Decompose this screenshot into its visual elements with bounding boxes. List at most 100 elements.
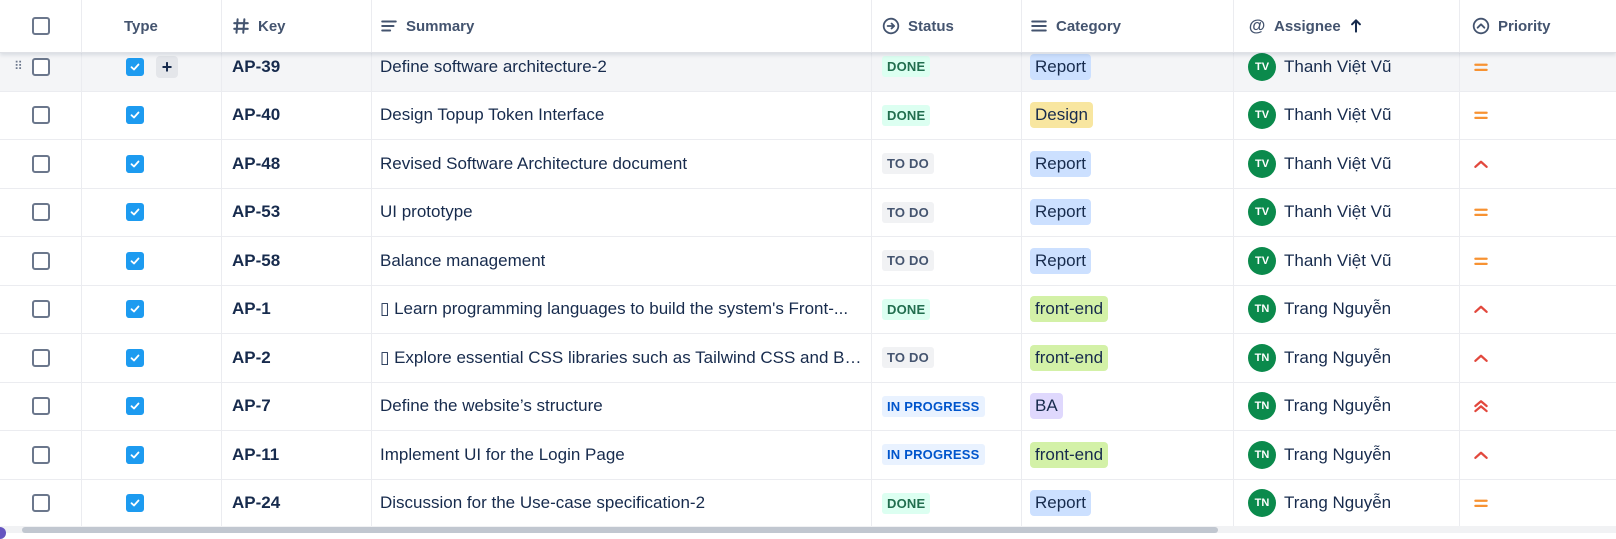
priority-cell[interactable]	[1460, 189, 1616, 237]
header-category[interactable]: Category	[1022, 0, 1234, 52]
assignee-cell[interactable]: TN Trang Nguyễn	[1234, 479, 1460, 527]
assignee-cell[interactable]: TV Thanh Việt Vũ	[1234, 91, 1460, 139]
row-checkbox[interactable]	[31, 494, 50, 513]
task-type-icon[interactable]	[126, 397, 144, 416]
status-lozenge[interactable]: IN PROGRESS	[882, 395, 985, 417]
table-row[interactable]: AP-1 ▯ Learn programming languages to bu…	[0, 285, 1616, 334]
task-type-icon[interactable]	[126, 348, 144, 367]
assignee-cell[interactable]: TV Thanh Việt Vũ	[1234, 237, 1460, 285]
priority-cell[interactable]	[1460, 334, 1616, 382]
priority-cell[interactable]	[1460, 92, 1616, 140]
header-key[interactable]: Key	[222, 0, 372, 52]
status-lozenge[interactable]: DONE	[882, 56, 931, 78]
priority-cell[interactable]	[1460, 286, 1616, 334]
issue-key-link[interactable]: AP-48	[232, 154, 280, 174]
row-checkbox[interactable]	[31, 57, 50, 76]
row-checkbox[interactable]	[31, 251, 50, 270]
issue-summary[interactable]: Implement UI for the Login Page	[380, 445, 625, 465]
status-lozenge[interactable]: DONE	[882, 104, 931, 126]
issue-key-link[interactable]: AP-2	[232, 348, 271, 368]
horizontal-scrollbar-thumb[interactable]	[22, 527, 1218, 533]
priority-cell[interactable]	[1460, 431, 1616, 479]
row-checkbox[interactable]	[31, 445, 50, 464]
table-row[interactable]: AP-58 Balance management TO DO Report TV…	[0, 237, 1616, 286]
assignee-cell[interactable]: TN Trang Nguyễn	[1234, 382, 1460, 430]
table-row[interactable]: AP-24 Discussion for the Use-case specif…	[0, 479, 1616, 528]
priority-cell[interactable]	[1460, 237, 1616, 285]
issue-key-link[interactable]: AP-7	[232, 396, 271, 416]
status-lozenge[interactable]: DONE	[882, 492, 931, 514]
add-child-button[interactable]: +	[156, 55, 178, 78]
sort-ascending-icon[interactable]	[1347, 17, 1365, 35]
select-all-checkbox[interactable]	[31, 17, 50, 35]
category-tag[interactable]: Report	[1030, 199, 1092, 226]
assignee-cell[interactable]: TN Trang Nguyễn	[1234, 285, 1460, 333]
task-type-icon[interactable]	[126, 57, 144, 76]
header-type[interactable]: Type	[82, 0, 222, 52]
issue-key-link[interactable]: AP-39	[232, 57, 280, 77]
priority-cell[interactable]	[1460, 140, 1616, 188]
issue-key-link[interactable]: AP-53	[232, 202, 280, 222]
status-lozenge[interactable]: TO DO	[882, 201, 934, 223]
task-type-icon[interactable]	[126, 494, 144, 513]
category-tag[interactable]: front-end	[1030, 344, 1109, 371]
header-priority[interactable]: Priority	[1460, 0, 1616, 52]
status-lozenge[interactable]: DONE	[882, 298, 931, 320]
issue-summary[interactable]: ▯ Explore essential CSS libraries such a…	[380, 348, 864, 368]
header-summary[interactable]: Summary	[372, 0, 872, 52]
issue-summary[interactable]: Balance management	[380, 251, 545, 271]
table-row[interactable]: AP-11 Implement UI for the Login Page IN…	[0, 431, 1616, 480]
category-tag[interactable]: front-end	[1030, 296, 1109, 323]
task-type-icon[interactable]	[126, 300, 144, 319]
task-type-icon[interactable]	[126, 154, 144, 173]
type-cell	[82, 140, 222, 188]
assignee-cell[interactable]: TV Thanh Việt Vũ	[1234, 188, 1460, 236]
issue-summary[interactable]: Define the website’s structure	[380, 396, 603, 416]
table-row[interactable]: AP-2 ▯ Explore essential CSS libraries s…	[0, 334, 1616, 383]
assignee-cell[interactable]: TV Thanh Việt Vũ	[1234, 140, 1460, 188]
row-checkbox[interactable]	[31, 203, 50, 222]
table-row[interactable]: AP-48 Revised Software Architecture docu…	[0, 140, 1616, 189]
issue-key-link[interactable]: AP-1	[232, 299, 271, 319]
priority-cell[interactable]	[1460, 383, 1616, 431]
task-type-icon[interactable]	[126, 251, 144, 270]
table-row[interactable]: AP-7 Define the website’s structure IN P…	[0, 382, 1616, 431]
task-type-icon[interactable]	[126, 106, 144, 125]
category-tag[interactable]: Report	[1030, 490, 1092, 517]
category-tag[interactable]: Report	[1030, 53, 1092, 80]
category-tag[interactable]: front-end	[1030, 441, 1109, 468]
issue-key-link[interactable]: AP-24	[232, 493, 280, 513]
drag-handle-icon[interactable]: ⠿	[14, 58, 24, 74]
issue-summary[interactable]: Define software architecture-2	[380, 57, 607, 77]
row-checkbox[interactable]	[31, 348, 50, 367]
assignee-cell[interactable]: TN Trang Nguyễn	[1234, 334, 1460, 382]
issue-summary[interactable]: UI prototype	[380, 202, 473, 222]
category-tag[interactable]: Design	[1030, 102, 1093, 129]
issue-summary[interactable]: Revised Software Architecture document	[380, 154, 687, 174]
table-row[interactable]: AP-40 Design Topup Token Interface DONE …	[0, 91, 1616, 140]
issue-summary[interactable]: ▯ Learn programming languages to build t…	[380, 299, 848, 319]
row-checkbox[interactable]	[31, 397, 50, 416]
status-lozenge[interactable]: TO DO	[882, 153, 934, 175]
issue-summary[interactable]: Design Topup Token Interface	[380, 105, 604, 125]
priority-cell[interactable]	[1460, 480, 1616, 528]
header-status[interactable]: Status	[872, 0, 1022, 52]
task-type-icon[interactable]	[126, 445, 144, 464]
row-checkbox[interactable]	[31, 106, 50, 125]
status-lozenge[interactable]: IN PROGRESS	[882, 444, 985, 466]
status-lozenge[interactable]: TO DO	[882, 250, 934, 272]
category-tag[interactable]: Report	[1030, 150, 1092, 177]
issue-key-link[interactable]: AP-58	[232, 251, 280, 271]
issue-key-link[interactable]: AP-11	[232, 445, 279, 465]
row-checkbox[interactable]	[31, 300, 50, 319]
issue-summary[interactable]: Discussion for the Use-case specificatio…	[380, 493, 705, 513]
issue-key-link[interactable]: AP-40	[232, 105, 280, 125]
table-row[interactable]: AP-53 UI prototype TO DO Report TV Thanh…	[0, 188, 1616, 237]
row-checkbox[interactable]	[31, 154, 50, 173]
status-lozenge[interactable]: TO DO	[882, 347, 934, 369]
assignee-cell[interactable]: TN Trang Nguyễn	[1234, 431, 1460, 479]
category-tag[interactable]: Report	[1030, 247, 1092, 274]
category-tag[interactable]: BA	[1030, 393, 1063, 420]
task-type-icon[interactable]	[126, 203, 144, 222]
header-assignee[interactable]: @ Assignee	[1234, 0, 1460, 52]
